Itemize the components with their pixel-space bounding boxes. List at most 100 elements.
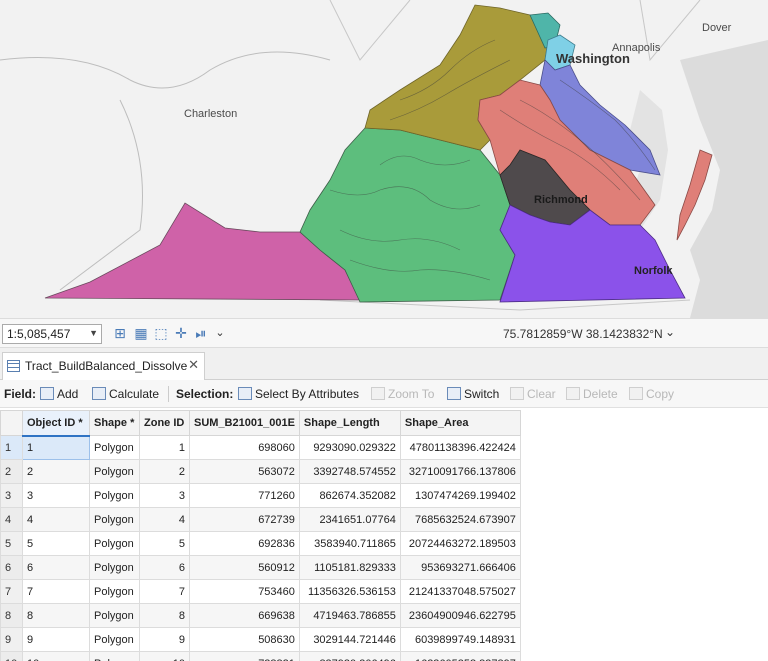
table-cell[interactable]: 3029144.721446: [298, 627, 401, 652]
clear-selection-button[interactable]: Clear: [510, 387, 556, 401]
table-row[interactable]: 6 6 Polygon 6 560912 1105181.829333 953693271.…: [0, 555, 521, 580]
table-cell[interactable]: Polygon: [89, 555, 140, 580]
table-cell[interactable]: Polygon: [89, 531, 140, 556]
delete-button[interactable]: Delete: [566, 387, 618, 401]
table-cell[interactable]: 10: [139, 651, 190, 661]
zoom-to-button[interactable]: Zoom To: [371, 387, 434, 401]
grid-snap-icon[interactable]: ⊞: [112, 325, 128, 341]
row-number-header[interactable]: [0, 410, 23, 436]
table-cell[interactable]: 8: [139, 603, 190, 628]
table-cell[interactable]: 11356326.536153: [298, 579, 401, 604]
table-cell[interactable]: 953693271.666406: [399, 555, 521, 580]
table-cell[interactable]: Polygon: [89, 651, 140, 661]
table-cell[interactable]: 47801138396.422424: [399, 435, 521, 460]
table-cell[interactable]: Polygon: [89, 459, 140, 484]
table-cell[interactable]: 7: [22, 579, 90, 604]
table-cell[interactable]: 753460: [189, 579, 300, 604]
table-row[interactable]: 7 7 Polygon 7 753460 11356326.536153 212413370…: [0, 579, 521, 604]
row-number-cell[interactable]: 3: [0, 483, 23, 508]
column-header-shape-length[interactable]: Shape_Length: [298, 410, 401, 436]
row-number-cell[interactable]: 9: [0, 627, 23, 652]
table-cell[interactable]: Polygon: [89, 507, 140, 532]
column-header-shape-area[interactable]: Shape_Area: [399, 410, 521, 436]
table-cell[interactable]: 4719463.786855: [298, 603, 401, 628]
table-cell[interactable]: 7685632524.673907: [399, 507, 521, 532]
column-header-sum-b21001[interactable]: SUM_B21001_001E: [189, 410, 300, 436]
table-grid-icon[interactable]: ▦: [133, 325, 149, 341]
table-cell[interactable]: 2: [139, 459, 190, 484]
crosshair-icon[interactable]: ✛: [173, 325, 189, 341]
table-cell[interactable]: 563072: [189, 459, 300, 484]
table-cell[interactable]: 5: [139, 531, 190, 556]
table-cell[interactable]: Polygon: [89, 603, 140, 628]
table-row[interactable]: 9 9 Polygon 9 508630 3029144.721446 6039899749…: [0, 627, 521, 652]
table-cell[interactable]: 9293090.029322: [298, 435, 401, 460]
table-cell[interactable]: 6: [139, 555, 190, 580]
table-cell[interactable]: 692836: [189, 531, 300, 556]
row-number-cell[interactable]: 10: [0, 651, 23, 661]
table-cell[interactable]: 4: [139, 507, 190, 532]
table-cell[interactable]: 2341651.07764: [298, 507, 401, 532]
row-number-cell[interactable]: 1: [0, 435, 23, 460]
table-cell[interactable]: 560912: [189, 555, 300, 580]
table-cell[interactable]: 1105181.829333: [298, 555, 401, 580]
table-cell[interactable]: 728821: [189, 651, 300, 661]
table-cell[interactable]: Polygon: [89, 483, 140, 508]
table-cell[interactable]: 4: [22, 507, 90, 532]
calculate-field-button[interactable]: Calculate: [92, 387, 159, 401]
table-cell[interactable]: 669638: [189, 603, 300, 628]
row-number-cell[interactable]: 8: [0, 603, 23, 628]
table-cell[interactable]: 1623605358.837897: [399, 651, 521, 661]
table-cell[interactable]: 21241337048.575027: [399, 579, 521, 604]
table-cell[interactable]: 3: [139, 483, 190, 508]
table-cell[interactable]: 1307474269.199402: [399, 483, 521, 508]
table-cell[interactable]: 672739: [189, 507, 300, 532]
table-cell[interactable]: 9: [22, 627, 90, 652]
table-cell[interactable]: 3392748.574552: [298, 459, 401, 484]
table-row[interactable]: 1 1 Polygon 1 698060 9293090.029322 4780113839…: [0, 435, 521, 460]
table-cell[interactable]: 8: [22, 603, 90, 628]
copy-button[interactable]: Copy: [629, 387, 674, 401]
table-row[interactable]: 4 4 Polygon 4 672739 2341651.07764 7685632524.…: [0, 507, 521, 532]
table-cell[interactable]: 862674.352082: [298, 483, 401, 508]
row-number-cell[interactable]: 4: [0, 507, 23, 532]
table-cell[interactable]: 837930.306496: [298, 651, 401, 661]
row-number-cell[interactable]: 2: [0, 459, 23, 484]
table-cell[interactable]: 508630: [189, 627, 300, 652]
table-cell[interactable]: 5: [22, 531, 90, 556]
table-cell[interactable]: 771260: [189, 483, 300, 508]
table-row[interactable]: 8 8 Polygon 8 669638 4719463.786855 2360490094…: [0, 603, 521, 628]
row-number-cell[interactable]: 6: [0, 555, 23, 580]
table-cell[interactable]: 10: [22, 651, 90, 661]
table-row[interactable]: 5 5 Polygon 5 692836 3583940.711865 2072446327…: [0, 531, 521, 556]
table-cell[interactable]: 9: [139, 627, 190, 652]
dotted-extent-icon[interactable]: ⬚: [153, 325, 169, 341]
row-number-cell[interactable]: 7: [0, 579, 23, 604]
table-cell[interactable]: 20724463272.189503: [399, 531, 521, 556]
close-icon[interactable]: ✕: [188, 357, 199, 373]
tab-attribute-table[interactable]: Tract_BuildBalanced_Dissolve ✕: [2, 352, 205, 380]
table-cell[interactable]: 6: [22, 555, 90, 580]
row-number-cell[interactable]: 5: [0, 531, 23, 556]
table-row[interactable]: 2 2 Polygon 2 563072 3392748.574552 3271009176…: [0, 459, 521, 484]
table-row[interactable]: 3 3 Polygon 3 771260 862674.352082 1307474269.…: [0, 483, 521, 508]
select-by-attributes-button[interactable]: Select By Attributes: [238, 387, 359, 401]
add-field-button[interactable]: Add: [40, 387, 78, 401]
table-cell[interactable]: 3: [22, 483, 90, 508]
table-cell[interactable]: 698060: [189, 435, 300, 460]
table-cell[interactable]: Polygon: [89, 579, 140, 604]
pause-drawing-icon[interactable]: ⏯: [193, 325, 209, 341]
table-cell[interactable]: 3583940.711865: [298, 531, 401, 556]
chevron-down-icon[interactable]: ⌄: [212, 325, 228, 341]
table-cell[interactable]: 7: [139, 579, 190, 604]
table-cell[interactable]: Polygon: [89, 435, 140, 460]
column-header-zone-id[interactable]: Zone ID: [139, 410, 190, 436]
table-cell[interactable]: 1: [22, 435, 90, 460]
scale-selector[interactable]: 1:5,085,457 ▼: [2, 324, 102, 344]
table-cell[interactable]: 32710091766.137806: [399, 459, 521, 484]
table-cell[interactable]: 2: [22, 459, 90, 484]
map-view[interactable]: Dover Annapolis Washington Charleston Ri…: [0, 0, 768, 318]
table-cell[interactable]: 23604900946.622795: [399, 603, 521, 628]
table-row[interactable]: 1010Polygon10728821837930.30649616236053…: [0, 651, 521, 661]
table-cell[interactable]: Polygon: [89, 627, 140, 652]
